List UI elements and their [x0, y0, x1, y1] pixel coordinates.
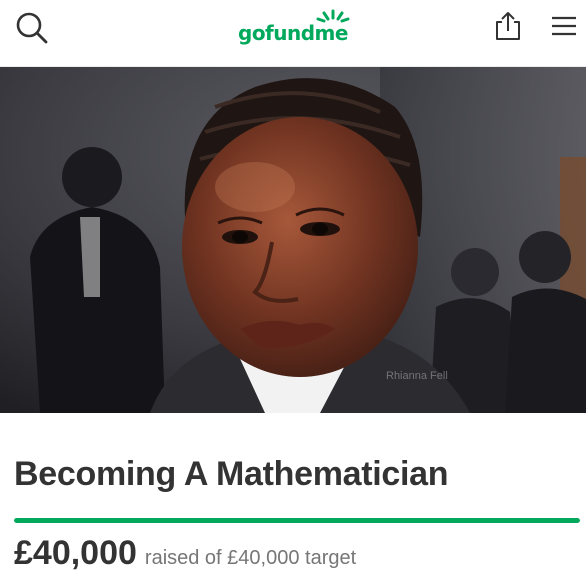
funding-progress-fill — [14, 518, 580, 523]
raised-summary: £40,000 raised of £40,000 target — [14, 534, 356, 573]
campaign-title: Becoming A Mathematician — [14, 455, 449, 493]
gofundme-logo[interactable]: gofundme — [238, 8, 358, 48]
logo-burst-icon — [316, 9, 350, 23]
logo-wordmark: gofundme — [238, 21, 348, 45]
search-icon[interactable] — [12, 8, 52, 48]
raised-amount: £40,000 — [14, 534, 137, 572]
share-icon[interactable] — [488, 6, 528, 46]
hamburger-menu-icon[interactable] — [544, 6, 584, 46]
raised-target-text: raised of £40,000 target — [144, 547, 357, 569]
funding-progress-bar — [14, 518, 580, 523]
campaign-photo: Rhianna Fell — [0, 67, 586, 413]
photo-watermark: Rhianna Fell — [386, 370, 448, 382]
campaign-photo-illustration: Rhianna Fell — [0, 67, 586, 413]
top-nav-bar: gofundme — [0, 0, 586, 67]
